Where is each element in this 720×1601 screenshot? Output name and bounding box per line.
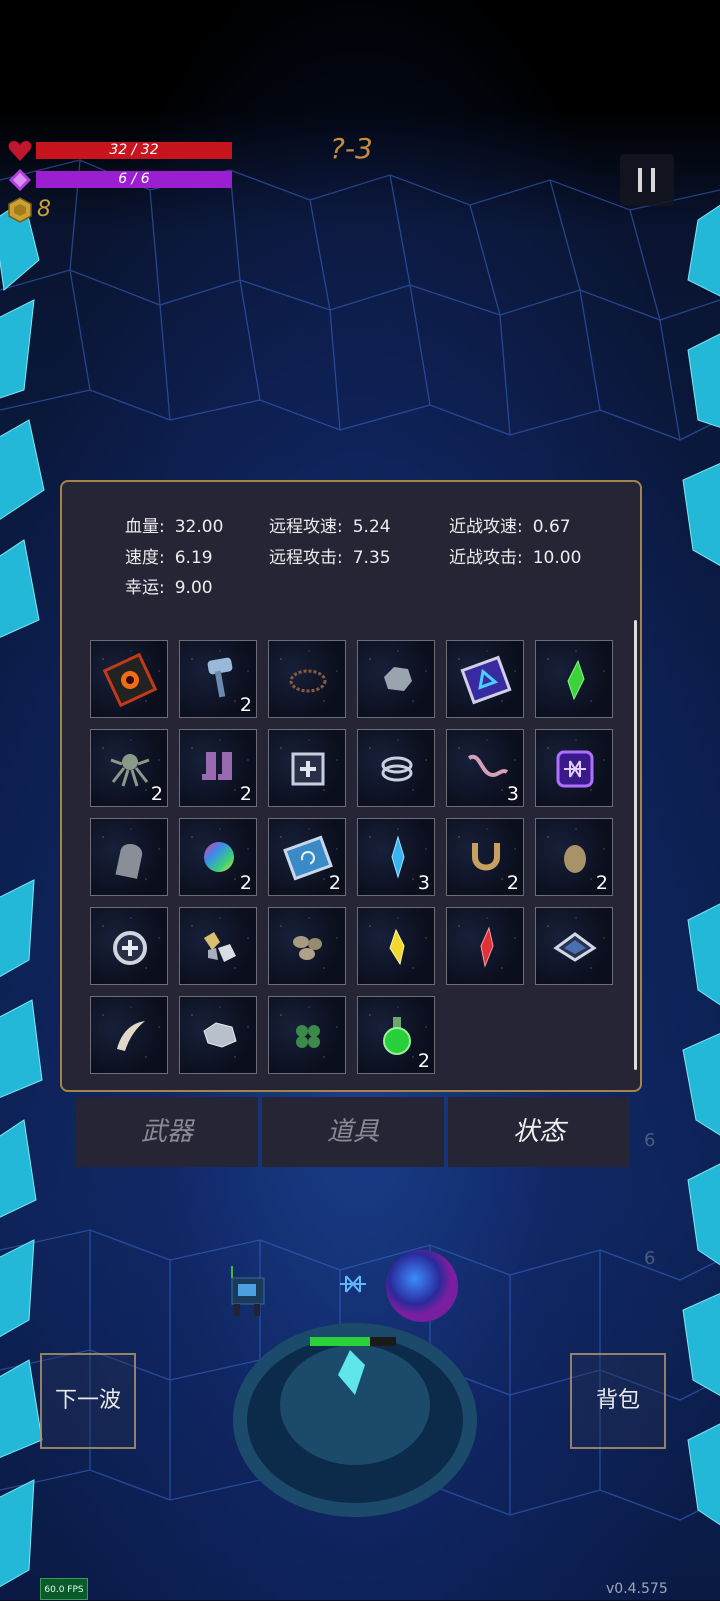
version-label: v0.4.575: [606, 1581, 668, 1597]
stat-ranged-speed: 远程攻速: 5.24: [269, 517, 391, 537]
bone-pile-icon: [293, 936, 322, 960]
item-slot[interactable]: [357, 729, 435, 807]
stat-hp: 血量: 32.00: [125, 517, 224, 537]
item-slot[interactable]: [446, 640, 524, 718]
silver-ore-icon: [203, 1022, 237, 1048]
item-slot[interactable]: [535, 729, 613, 807]
pause-button[interactable]: [620, 154, 674, 206]
backpack-button[interactable]: 背包: [570, 1353, 666, 1449]
item-slot[interactable]: [268, 640, 346, 718]
stat-melee-speed: 近战攻速: 0.67: [449, 517, 571, 537]
item-slot[interactable]: [90, 996, 168, 1074]
next-wave-button[interactable]: 下一波: [40, 1353, 136, 1449]
level-label: ?-3: [330, 132, 373, 165]
item-slot[interactable]: [535, 640, 613, 718]
gold-coin-icon: [8, 197, 32, 223]
gray-rock-icon: [384, 667, 412, 691]
pause-bar: [651, 168, 655, 192]
item-slot[interactable]: 2: [446, 818, 524, 896]
mana-diamond-icon: [9, 169, 31, 191]
background-number: 6: [644, 1130, 656, 1151]
cross-ring-icon: [113, 931, 147, 965]
item-slot[interactable]: [357, 907, 435, 985]
green-crystal-icon: [567, 659, 585, 701]
right-crystal-wall: [682, 204, 720, 1526]
stat-melee-attack: 近战攻击: 10.00: [449, 548, 582, 568]
energy-orb: [386, 1250, 458, 1322]
item-slot[interactable]: [268, 729, 346, 807]
item-slot[interactable]: [179, 996, 257, 1074]
status-panel: 血量: 32.00 速度: 6.19 幸运: 9.00 远程攻速: 5.24 远程攻击:…: [60, 480, 642, 1092]
purple-rune-icon: [556, 750, 594, 788]
background-number: 6: [644, 1248, 656, 1269]
item-slot[interactable]: [535, 907, 613, 985]
hp-bar: 32 / 32: [36, 142, 232, 159]
item-slot[interactable]: 2: [268, 818, 346, 896]
item-slot[interactable]: 2: [179, 818, 257, 896]
item-slot[interactable]: [446, 907, 524, 985]
tab-weapons[interactable]: 武器: [76, 1097, 258, 1167]
yellow-crystal-icon: [389, 928, 405, 966]
item-slot[interactable]: [179, 907, 257, 985]
item-slot[interactable]: [357, 640, 435, 718]
item-slot[interactable]: [90, 907, 168, 985]
item-slot[interactable]: [268, 907, 346, 985]
clover-icon: [296, 1025, 320, 1048]
item-slot[interactable]: 3: [446, 729, 524, 807]
red-crystal-icon: [480, 926, 494, 968]
blue-rune-book-icon: [460, 655, 512, 705]
pause-bar: [638, 168, 642, 192]
rune-marker-icon: [340, 1275, 366, 1293]
medkit-icon: [291, 752, 325, 786]
item-slot[interactable]: [268, 996, 346, 1074]
fang-icon: [117, 1021, 145, 1051]
item-slot[interactable]: 2: [535, 818, 613, 896]
item-slot[interactable]: 2: [90, 729, 168, 807]
tab-items[interactable]: 道具: [262, 1097, 444, 1167]
item-slot[interactable]: 3: [357, 818, 435, 896]
diamond-plate-icon: [553, 932, 597, 962]
item-slot[interactable]: 2: [179, 640, 257, 718]
heart-icon: [8, 141, 32, 161]
ally-turret: [231, 1266, 265, 1316]
item-slot[interactable]: [90, 640, 168, 718]
mp-bar: 6 / 6: [36, 171, 232, 188]
scrollbar[interactable]: [634, 620, 637, 1070]
stat-speed: 速度: 6.19: [125, 548, 213, 568]
fps-counter: 60.0 FPS: [40, 1578, 88, 1600]
silver-ring-icon: [381, 756, 413, 782]
item-slot[interactable]: 2: [179, 729, 257, 807]
stat-luck: 幸运: 9.00: [125, 578, 213, 598]
item-slot[interactable]: 2: [357, 996, 435, 1074]
gold-count: 8: [37, 197, 51, 222]
stat-ranged-attack: 远程攻击: 7.35: [269, 548, 391, 568]
tab-status[interactable]: 状态: [448, 1097, 630, 1167]
gold-ore-icon: [204, 932, 236, 962]
flame-book-icon: [102, 652, 158, 708]
thorn-crown-icon: [289, 669, 327, 693]
tombstone-icon: [115, 844, 143, 879]
item-slot[interactable]: [90, 818, 168, 896]
